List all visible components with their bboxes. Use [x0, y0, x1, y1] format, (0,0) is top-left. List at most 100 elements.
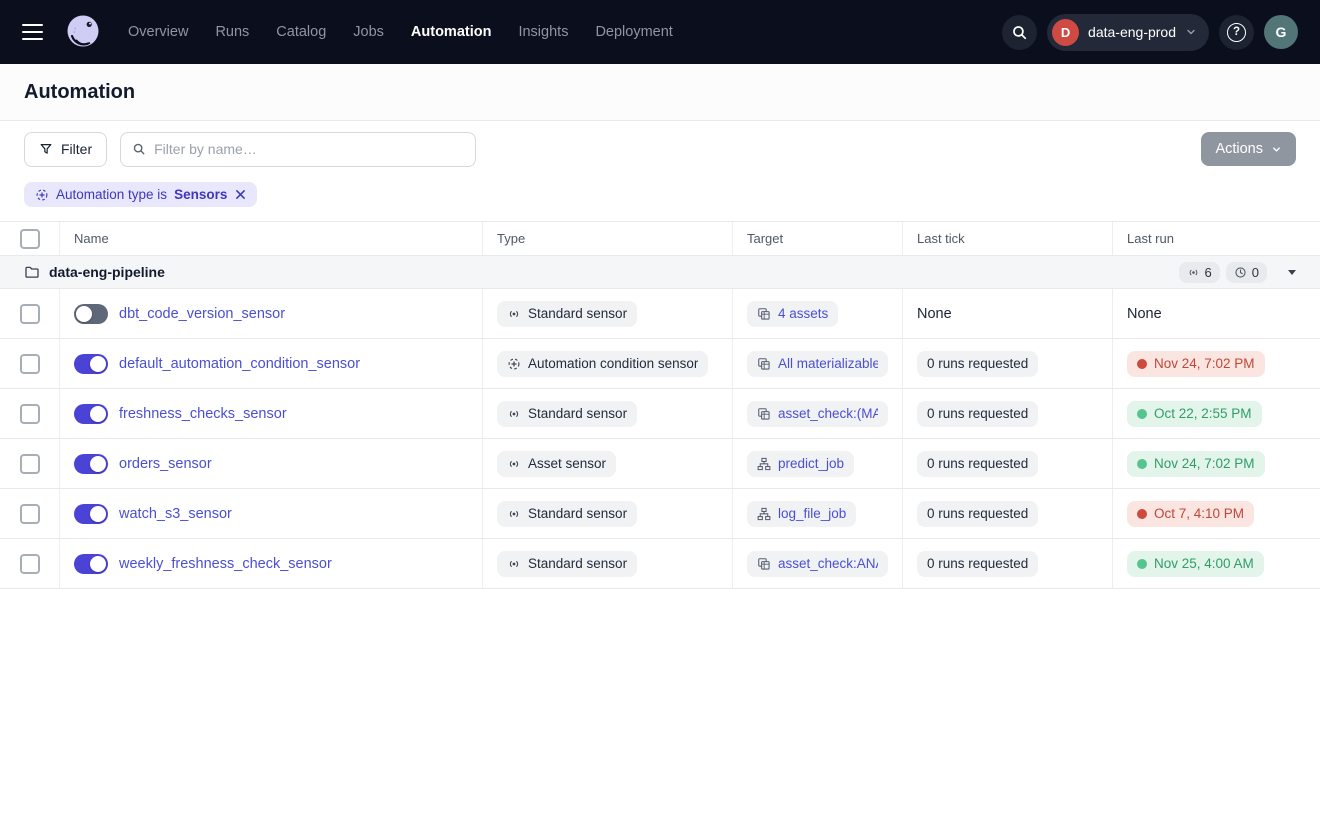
type-badge: Asset sensor — [497, 451, 616, 477]
search-icon — [1011, 24, 1028, 41]
target-badge[interactable]: asset_check:ANALY — [747, 551, 888, 577]
actions-button-label: Actions — [1215, 141, 1263, 157]
filter-button[interactable]: Filter — [24, 132, 107, 167]
column-header-target: Target — [733, 222, 903, 255]
table-row: watch_s3_sensor Standard sensor log_file… — [0, 489, 1320, 539]
target-badge[interactable]: asset_check:(MARK — [747, 401, 888, 427]
sensor-toggle[interactable] — [74, 354, 108, 374]
sensor-name-link[interactable]: orders_sensor — [119, 456, 212, 472]
sensors-table: Name Type Target Last tick Last run data… — [0, 222, 1320, 589]
name-filter-input[interactable] — [154, 141, 464, 157]
last-run-badge[interactable]: Nov 24, 7:02 PM — [1127, 351, 1265, 377]
multi-asset-icon — [757, 407, 771, 421]
column-header-last-tick: Last tick — [903, 222, 1113, 255]
filter-chip-prefix: Automation type is — [56, 187, 167, 202]
column-header-type: Type — [483, 222, 733, 255]
search-button[interactable] — [1002, 15, 1037, 50]
user-avatar[interactable]: G — [1264, 15, 1298, 49]
chevron-down-icon — [1185, 26, 1197, 38]
chevron-down-icon — [1271, 144, 1282, 155]
row-checkbox[interactable] — [20, 454, 40, 474]
row-checkbox[interactable] — [20, 554, 40, 574]
nav-item-runs[interactable]: Runs — [215, 24, 249, 40]
sensor-toggle[interactable] — [74, 304, 108, 324]
run-status-dot — [1137, 559, 1147, 569]
target-badge[interactable]: 4 assets — [747, 301, 838, 327]
target-badge[interactable]: All materializable as — [747, 351, 888, 377]
nav-item-jobs[interactable]: Jobs — [353, 24, 384, 40]
last-tick-value: 0 runs requested — [917, 501, 1038, 527]
job-graph-icon — [757, 507, 771, 521]
sensor-toggle[interactable] — [74, 554, 108, 574]
sensor-toggle[interactable] — [74, 404, 108, 424]
nav-item-automation[interactable]: Automation — [411, 24, 492, 40]
nav-item-catalog[interactable]: Catalog — [276, 24, 326, 40]
column-header-name: Name — [60, 222, 483, 255]
sensor-name-link[interactable]: dbt_code_version_sensor — [119, 306, 285, 322]
last-run-badge[interactable]: Oct 7, 4:10 PM — [1127, 501, 1254, 527]
code-location-name: data-eng-pipeline — [49, 264, 165, 280]
multi-asset-icon — [757, 307, 771, 321]
sensor-name-link[interactable]: default_automation_condition_sensor — [119, 356, 360, 372]
dagster-logo[interactable] — [62, 11, 104, 53]
code-location-row: data-eng-pipeline 6 0 — [0, 256, 1320, 289]
name-filter-box — [120, 132, 476, 167]
sensor-waves-icon — [1187, 266, 1200, 279]
nav-item-insights[interactable]: Insights — [518, 24, 568, 40]
automation-condition-icon — [35, 188, 49, 202]
workspace-avatar: D — [1052, 19, 1079, 46]
type-badge: Automation condition sensor — [497, 351, 708, 377]
sensor-waves-icon — [507, 407, 521, 421]
nav-item-deployment[interactable]: Deployment — [595, 24, 672, 40]
last-tick-value: 0 runs requested — [917, 351, 1038, 377]
last-run-badge[interactable]: Nov 25, 4:00 AM — [1127, 551, 1264, 577]
nav-item-overview[interactable]: Overview — [128, 24, 188, 40]
sensor-waves-icon — [507, 507, 521, 521]
last-run-badge[interactable]: Oct 22, 2:55 PM — [1127, 401, 1262, 427]
help-button[interactable]: ? — [1219, 15, 1254, 50]
table-header: Name Type Target Last tick Last run — [0, 222, 1320, 256]
multi-asset-icon — [757, 557, 771, 571]
type-badge: Standard sensor — [497, 401, 637, 427]
sensor-toggle[interactable] — [74, 504, 108, 524]
run-status-dot — [1137, 459, 1147, 469]
sensor-waves-icon — [507, 307, 521, 321]
row-checkbox[interactable] — [20, 304, 40, 324]
clock-icon — [1234, 266, 1247, 279]
type-badge: Standard sensor — [497, 551, 637, 577]
table-row: default_automation_condition_sensor Auto… — [0, 339, 1320, 389]
table-row: weekly_freshness_check_sensor Standard s… — [0, 539, 1320, 589]
last-run-badge[interactable]: Nov 24, 7:02 PM — [1127, 451, 1265, 477]
workspace-switcher[interactable]: D data-eng-prod — [1047, 14, 1209, 51]
last-tick-value: 0 runs requested — [917, 451, 1038, 477]
filter-chip-automation-type[interactable]: Automation type is Sensors — [24, 182, 257, 207]
sensor-waves-icon — [507, 457, 521, 471]
type-badge: Standard sensor — [497, 301, 637, 327]
row-checkbox[interactable] — [20, 354, 40, 374]
actions-button[interactable]: Actions — [1201, 132, 1296, 166]
workspace-name: data-eng-prod — [1088, 24, 1176, 40]
sensor-name-link[interactable]: watch_s3_sensor — [119, 506, 232, 522]
target-badge[interactable]: predict_job — [747, 451, 854, 477]
hamburger-icon[interactable] — [20, 22, 46, 43]
close-icon[interactable] — [235, 189, 246, 200]
toolbar: Filter Actions — [0, 121, 1320, 177]
table-row: dbt_code_version_sensor Standard sensor … — [0, 289, 1320, 339]
multi-asset-icon — [757, 357, 771, 371]
sensor-name-link[interactable]: freshness_checks_sensor — [119, 406, 287, 422]
sensor-name-link[interactable]: weekly_freshness_check_sensor — [119, 556, 332, 572]
target-badge[interactable]: log_file_job — [747, 501, 856, 527]
row-checkbox[interactable] — [20, 504, 40, 524]
last-run-badge[interactable]: None — [1127, 306, 1162, 322]
row-checkbox[interactable] — [20, 404, 40, 424]
run-status-dot — [1137, 509, 1147, 519]
collapse-group-caret[interactable] — [1288, 270, 1296, 275]
run-status-dot — [1137, 409, 1147, 419]
page-title: Automation — [24, 81, 135, 104]
select-all-checkbox[interactable] — [20, 229, 40, 249]
last-tick-value: None — [917, 306, 952, 322]
sensor-toggle[interactable] — [74, 454, 108, 474]
active-filters-row: Automation type is Sensors — [0, 177, 1320, 222]
filter-button-label: Filter — [61, 141, 92, 157]
top-nav: Overview Runs Catalog Jobs Automation In… — [0, 0, 1320, 64]
